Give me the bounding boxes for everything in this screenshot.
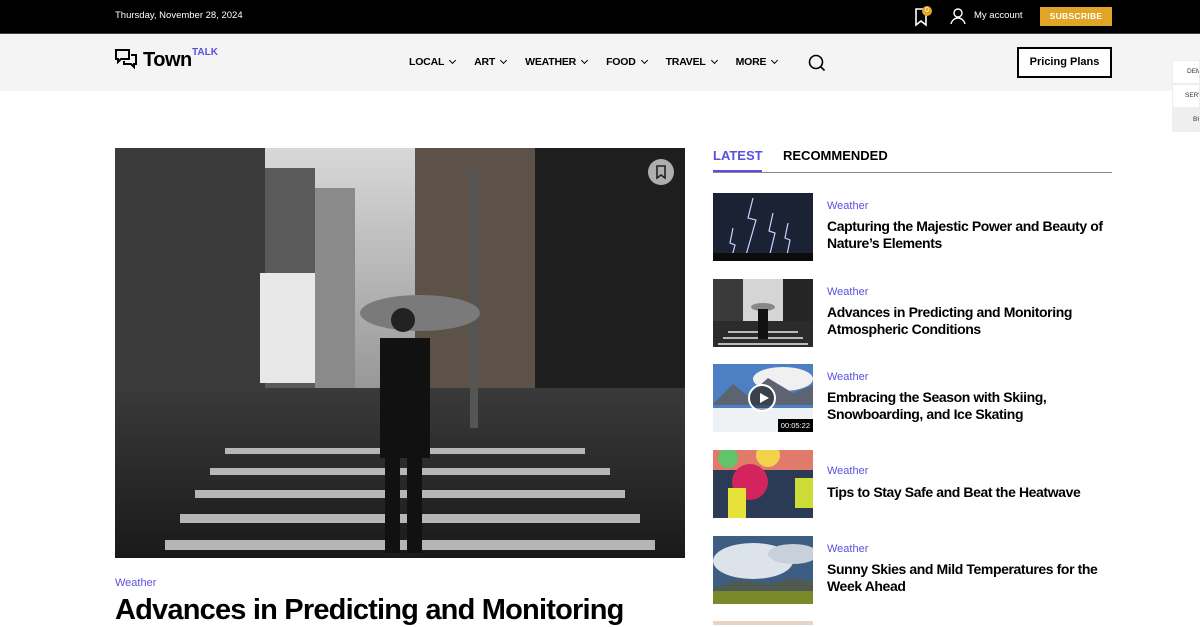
pricing-plans-button[interactable]: Pricing Plans [1017, 47, 1112, 78]
side-tab-services[interactable]: SERVICES [1172, 84, 1200, 108]
item-category[interactable]: Weather [827, 286, 868, 298]
item-title[interactable]: Capturing the Majestic Power and Beauty … [827, 218, 1117, 252]
item-category[interactable]: Weather [827, 465, 868, 477]
logo-superscript: TALK [192, 47, 218, 58]
chevron-down-icon [500, 56, 508, 65]
thumbnail-rainy-street[interactable] [713, 279, 813, 347]
bookmark-icon [656, 165, 666, 180]
rainy-street-photo [115, 148, 685, 558]
tab-latest[interactable]: LATEST [713, 148, 763, 172]
chevron-down-icon [449, 56, 457, 65]
top-bar: Thursday, November 28, 2024 0 My account… [0, 0, 1200, 33]
logo-text[interactable]: Town [143, 49, 192, 72]
nav-food[interactable]: FOOD [606, 56, 648, 68]
nav-more[interactable]: MORE [735, 56, 779, 68]
site-header: Town TALK LOCAL ART WEATHER FOOD TRAVEL … [0, 33, 1200, 91]
chevron-down-icon [710, 56, 718, 65]
current-date: Thursday, November 28, 2024 [115, 10, 243, 21]
item-category[interactable]: Weather [827, 371, 868, 383]
next-thumbnail-partial [713, 621, 813, 625]
video-duration: 00:05:22 [777, 419, 813, 432]
chevron-down-icon [581, 56, 589, 65]
chat-bubbles-logo-icon[interactable] [114, 48, 138, 72]
chevron-down-icon [771, 56, 779, 65]
search-icon[interactable] [808, 54, 826, 72]
sidebar-tabs: LATEST RECOMMENDED [713, 148, 1112, 173]
nav-label: TRAVEL [665, 56, 706, 68]
bookmark-count-badge: 0 [922, 6, 932, 16]
thumbnail-lightning[interactable] [713, 193, 813, 261]
tab-recommended[interactable]: RECOMMENDED [783, 148, 888, 163]
save-bookmark-button[interactable] [648, 159, 674, 185]
side-panel-tabs: DEMOS SERVICES BUY [1172, 60, 1200, 132]
nav-travel[interactable]: TRAVEL [665, 56, 718, 68]
thumbnail-ski-video[interactable]: 00:05:22 [713, 364, 813, 432]
nav-label: LOCAL [409, 56, 445, 68]
list-item[interactable]: 00:05:22 Weather Embracing the Season wi… [713, 364, 1113, 432]
side-tab-demos[interactable]: DEMOS [1172, 60, 1200, 84]
list-item[interactable]: Weather Advances in Predicting and Monit… [713, 279, 1113, 347]
nav-label: MORE [735, 56, 767, 68]
item-category[interactable]: Weather [827, 543, 868, 555]
thumbnail-sunny-skies[interactable] [713, 536, 813, 604]
nav-local[interactable]: LOCAL [409, 56, 457, 68]
user-icon[interactable] [950, 8, 966, 25]
my-account-link[interactable]: My account [974, 10, 1023, 21]
subscribe-button[interactable]: SUBSCRIBE [1040, 7, 1112, 26]
chevron-down-icon [640, 56, 648, 65]
hero-title[interactable]: Advances in Predicting and Monitoring [115, 594, 624, 627]
item-title[interactable]: Tips to Stay Safe and Beat the Heatwave [827, 484, 1117, 501]
hero-image[interactable] [115, 148, 685, 558]
nav-label: ART [474, 56, 496, 68]
nav-label: FOOD [606, 56, 636, 68]
nav-label: WEATHER [525, 56, 577, 68]
nav-weather[interactable]: WEATHER [525, 56, 589, 68]
item-category[interactable]: Weather [827, 200, 868, 212]
item-title[interactable]: Advances in Predicting and Monitoring At… [827, 304, 1117, 338]
hero-category[interactable]: Weather [115, 577, 156, 589]
side-tab-buy[interactable]: BUY [1172, 108, 1200, 132]
thumbnail-heatwave[interactable] [713, 450, 813, 518]
item-title[interactable]: Embracing the Season with Skiing, Snowbo… [827, 389, 1117, 423]
main-nav: LOCAL ART WEATHER FOOD TRAVEL MORE [409, 56, 796, 68]
play-icon[interactable] [748, 384, 776, 412]
nav-art[interactable]: ART [474, 56, 508, 68]
list-item[interactable]: Weather Sunny Skies and Mild Temperature… [713, 536, 1113, 604]
item-title[interactable]: Sunny Skies and Mild Temperatures for th… [827, 561, 1117, 595]
list-item[interactable]: Weather Capturing the Majestic Power and… [713, 193, 1113, 261]
list-item[interactable]: Weather Tips to Stay Safe and Beat the H… [713, 450, 1113, 518]
